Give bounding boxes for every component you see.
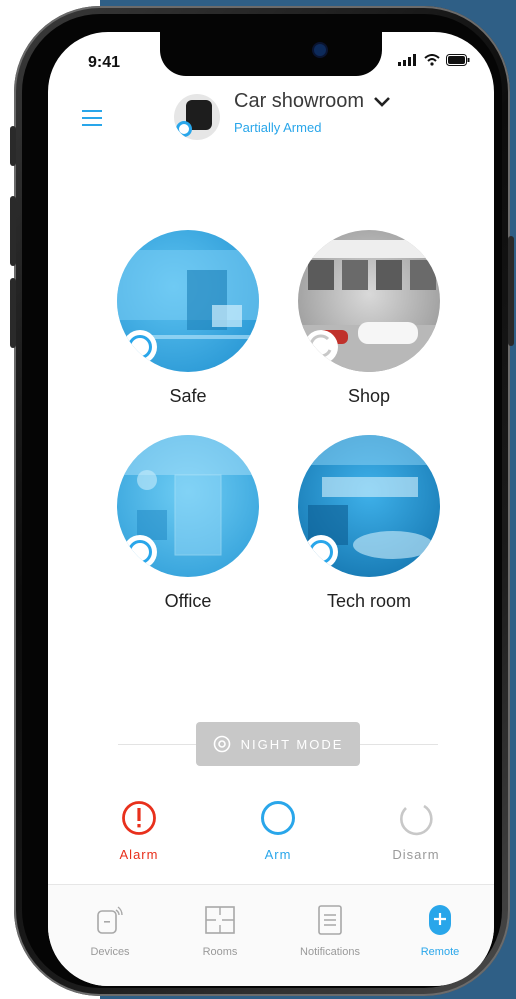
- room-status-badge: [304, 330, 338, 364]
- header: Car showroom Partially Armed: [48, 88, 494, 148]
- volume-down-button: [10, 278, 16, 348]
- tab-remote[interactable]: Remote: [400, 903, 480, 958]
- room-label: Safe: [169, 386, 207, 406]
- hub-selector[interactable]: Car showroom: [234, 90, 390, 113]
- room-card-office[interactable]: Office: [117, 435, 259, 612]
- remote-icon: [429, 905, 451, 935]
- devices-icon: [97, 906, 123, 934]
- mute-switch: [10, 126, 16, 166]
- hub-status-ring: [176, 121, 192, 137]
- volume-up-button: [10, 196, 16, 266]
- wifi-icon: [424, 54, 440, 66]
- night-mode-icon: [213, 735, 230, 753]
- alarm-label: Alarm: [119, 847, 159, 862]
- night-mode-label: NIGHT MODE: [240, 736, 344, 752]
- status-time: 9:41: [88, 54, 121, 71]
- armed-ring-icon: [128, 540, 152, 564]
- page-title: Car showroom: [234, 90, 365, 112]
- alarm-button[interactable]: Alarm: [94, 800, 184, 862]
- notch: [160, 32, 382, 76]
- alarm-icon: [122, 801, 156, 835]
- phone-frame: 9:41 Car showroom Partially Armed Safe S…: [10, 6, 514, 996]
- tab-label: Remote: [420, 946, 460, 958]
- tab-notifications[interactable]: Notifications: [290, 903, 370, 958]
- menu-icon[interactable]: [82, 110, 102, 126]
- armed-ring-icon: [128, 335, 152, 359]
- armed-ring-icon: [309, 540, 333, 564]
- disarm-label: Disarm: [392, 847, 440, 862]
- battery-icon: [446, 54, 470, 66]
- camera: [314, 44, 326, 56]
- divider: [360, 744, 438, 745]
- room-image-office: [117, 435, 259, 577]
- room-card-safe[interactable]: Safe: [117, 230, 259, 407]
- tab-label: Notifications: [300, 946, 360, 958]
- signal-icon: [398, 54, 416, 66]
- disarm-button[interactable]: Disarm: [371, 800, 461, 862]
- room-status-badge: [123, 330, 157, 364]
- room-card-tech-room[interactable]: Tech room: [298, 435, 440, 612]
- tab-label: Devices: [90, 946, 130, 958]
- room-label: Tech room: [326, 591, 412, 611]
- room-image-tech-room: [298, 435, 440, 577]
- room-label: Shop: [347, 386, 391, 406]
- room-label: Office: [164, 591, 212, 611]
- tab-rooms[interactable]: Rooms: [180, 903, 260, 958]
- disarm-icon: [400, 804, 433, 836]
- room-image-safe: [117, 230, 259, 372]
- room-card-shop[interactable]: Shop: [298, 230, 440, 407]
- rooms-icon: [205, 906, 235, 934]
- divider: [118, 744, 196, 745]
- power-button: [508, 236, 514, 346]
- status-icons: [398, 54, 470, 66]
- disarmed-ring-icon: [309, 334, 332, 358]
- night-mode-button[interactable]: NIGHT MODE: [196, 722, 360, 766]
- arm-label: Arm: [264, 847, 292, 862]
- room-status-badge: [304, 535, 338, 569]
- arm-icon: [261, 801, 295, 835]
- security-status: Partially Armed: [234, 120, 322, 135]
- app-screen: 9:41 Car showroom Partially Armed Safe S…: [48, 32, 494, 986]
- room-status-badge: [123, 535, 157, 569]
- tab-label: Rooms: [202, 946, 238, 958]
- hub-avatar[interactable]: [174, 94, 220, 140]
- notifications-icon: [318, 905, 342, 935]
- room-image-shop: [298, 230, 440, 372]
- arm-button[interactable]: Arm: [233, 800, 323, 862]
- tab-bar: Devices Rooms Notifications Remote: [48, 884, 494, 986]
- chevron-down-icon: [374, 96, 390, 107]
- tab-devices[interactable]: Devices: [70, 903, 150, 958]
